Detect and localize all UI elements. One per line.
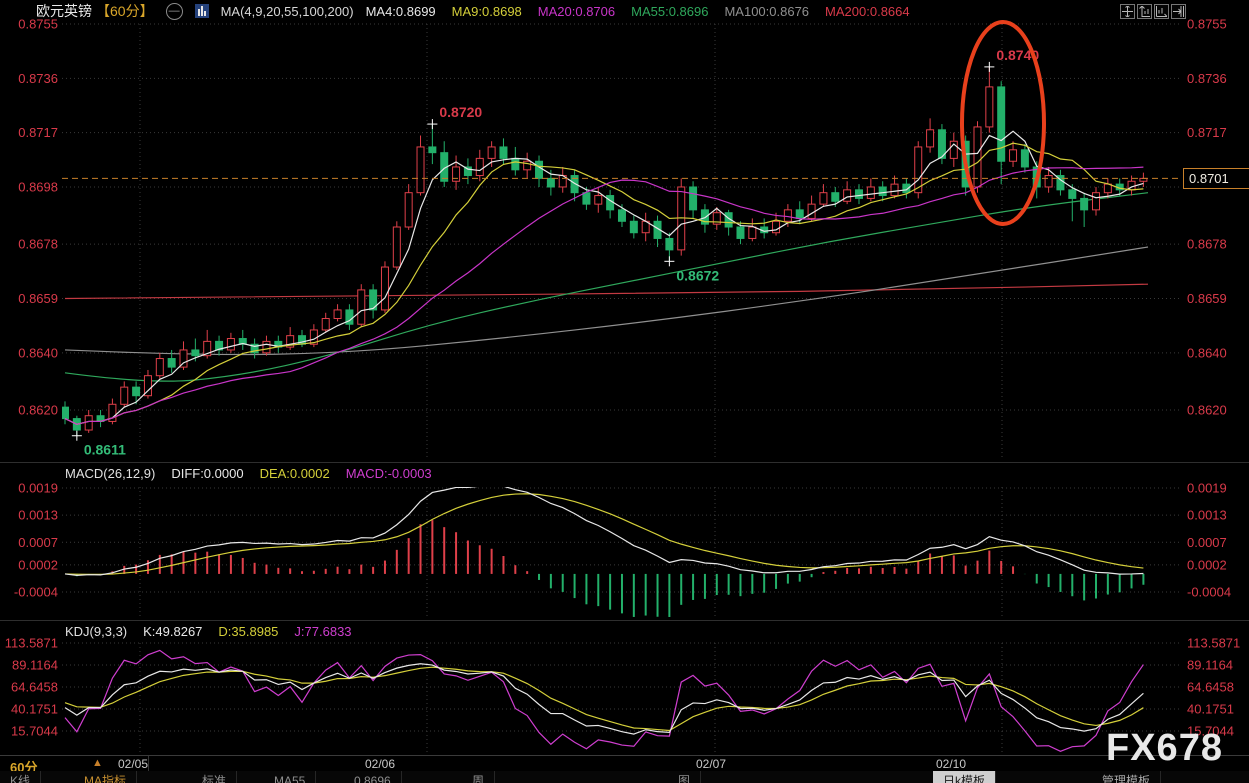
period-label: 【60分】 [96, 1, 154, 21]
bottom-tab[interactable]: MA55 [264, 771, 316, 783]
kdj-header: KDJ(9,3,3) K:49.8267 D:35.8985 J:77.6833 [65, 622, 352, 640]
svg-text:0.8620: 0.8620 [1187, 403, 1227, 418]
bottom-tab[interactable]: 图 [668, 771, 701, 783]
collapse-icon[interactable]: — [166, 3, 183, 20]
ma-values: MA4:0.8699 MA9:0.8698 MA20:0.8706 MA55:0.86… [366, 4, 910, 19]
svg-text:0.8736: 0.8736 [18, 71, 58, 86]
date-label: 02/05 [118, 757, 148, 771]
ma-value-label: MA200:0.8664 [825, 4, 910, 19]
svg-text:0.0013: 0.0013 [1187, 508, 1227, 523]
panel-separator [0, 462, 1249, 463]
crosshair-icon[interactable] [1120, 4, 1135, 19]
ma-value-label: MA20:0.8706 [538, 4, 615, 19]
svg-text:0.8736: 0.8736 [1187, 71, 1227, 86]
svg-text:0.0013: 0.0013 [18, 508, 58, 523]
chart-header: 欧元英镑 【60分】 — MA(4,9,20,55,100,200) MA4:0… [0, 0, 1249, 22]
svg-text:15.7044: 15.7044 [11, 724, 58, 739]
panel-separator [0, 620, 1249, 621]
svg-text:0.8672: 0.8672 [676, 267, 719, 283]
kdj-title: KDJ(9,3,3) [65, 624, 127, 639]
svg-text:0.8717: 0.8717 [18, 125, 58, 140]
date-label: 02/10 [936, 757, 966, 771]
date-label: 02/06 [365, 757, 395, 771]
mini-chart-icon[interactable] [195, 4, 209, 18]
time-axis-bar: 60分 ▲ 02/0502/0602/0702/10 [0, 755, 1249, 772]
last-price-tag: 0.8701 [1183, 168, 1249, 189]
svg-text:64.6458: 64.6458 [11, 679, 58, 694]
chart-canvas[interactable]: 0.87200.87400.86720.86110.87550.87550.87… [0, 0, 1249, 783]
svg-text:0.0002: 0.0002 [1187, 557, 1227, 572]
bottom-tab[interactable]: 日k模板 [933, 771, 996, 783]
divider [148, 756, 149, 772]
svg-text:0.8698: 0.8698 [18, 179, 58, 194]
zoom-axis-bottom-icon[interactable] [1154, 4, 1169, 19]
svg-text:0.8659: 0.8659 [1187, 291, 1227, 306]
bottom-tab-bar: K线 MA指标 标准 MA55 0.8696 周 图 日k模板 管理模板 [0, 771, 1249, 783]
svg-text:40.1751: 40.1751 [1187, 702, 1234, 717]
svg-text:0.0007: 0.0007 [18, 535, 58, 550]
watermark: FX678 [1106, 727, 1223, 770]
bottom-tab[interactable]: 管理模板 [1092, 771, 1161, 783]
svg-text:0.8717: 0.8717 [1187, 125, 1227, 140]
svg-text:0.0019: 0.0019 [18, 481, 58, 496]
bottom-tab[interactable]: 标准 [192, 771, 237, 783]
svg-text:0.8720: 0.8720 [439, 104, 482, 120]
macd-dea-value: DEA:0.0002 [260, 466, 330, 481]
svg-text:0.8678: 0.8678 [18, 237, 58, 252]
macd-header: MACD(26,12,9) DIFF:0.0000 DEA:0.0002 MAC… [65, 464, 432, 482]
window-toolbar [1120, 4, 1186, 19]
ma-group-label: MA(4,9,20,55,100,200) [221, 4, 354, 19]
svg-text:113.5871: 113.5871 [5, 636, 58, 651]
svg-text:89.1164: 89.1164 [1187, 658, 1233, 673]
macd-title: MACD(26,12,9) [65, 466, 155, 481]
svg-text:0.8678: 0.8678 [1187, 237, 1227, 252]
kdj-k-value: K:49.8267 [143, 624, 202, 639]
macd-macd-value: MACD:-0.0003 [346, 466, 432, 481]
svg-text:113.5871: 113.5871 [1187, 636, 1240, 651]
svg-text:-0.0004: -0.0004 [14, 585, 58, 600]
bottom-tab[interactable]: K线 [0, 771, 41, 783]
svg-text:-0.0004: -0.0004 [1187, 585, 1231, 600]
zoom-axis-left-icon[interactable] [1137, 4, 1152, 19]
ma-value-label: MA4:0.8699 [366, 4, 436, 19]
svg-text:0.8611: 0.8611 [84, 442, 126, 458]
ma-value-label: MA9:0.8698 [452, 4, 522, 19]
kdj-j-value: J:77.6833 [294, 624, 351, 639]
bottom-tab[interactable]: MA指标 [74, 771, 137, 783]
symbol-title: 欧元英镑 [36, 1, 92, 21]
bottom-tab[interactable]: 周 [462, 771, 495, 783]
timeframe-arrow-icon[interactable]: ▲ [92, 757, 103, 769]
ma-value-label: MA100:0.8676 [724, 4, 809, 19]
date-label: 02/07 [696, 757, 726, 771]
svg-text:0.0002: 0.0002 [18, 557, 58, 572]
svg-text:0.0007: 0.0007 [1187, 535, 1227, 550]
svg-text:0.8659: 0.8659 [18, 291, 58, 306]
bottom-tab[interactable]: 0.8696 [344, 771, 402, 783]
zoom-axis-right-icon[interactable] [1171, 4, 1186, 19]
macd-diff-value: DIFF:0.0000 [171, 466, 243, 481]
svg-text:89.1164: 89.1164 [12, 658, 58, 673]
svg-text:40.1751: 40.1751 [11, 702, 58, 717]
trading-chart-app: 0.87200.87400.86720.86110.87550.87550.87… [0, 0, 1249, 783]
svg-text:0.8640: 0.8640 [1187, 345, 1227, 360]
svg-text:64.6458: 64.6458 [1187, 679, 1234, 694]
kdj-d-value: D:35.8985 [218, 624, 278, 639]
svg-text:0.8640: 0.8640 [18, 345, 58, 360]
svg-text:0.0019: 0.0019 [1187, 481, 1227, 496]
ma-value-label: MA55:0.8696 [631, 4, 708, 19]
svg-text:0.8620: 0.8620 [18, 403, 58, 418]
